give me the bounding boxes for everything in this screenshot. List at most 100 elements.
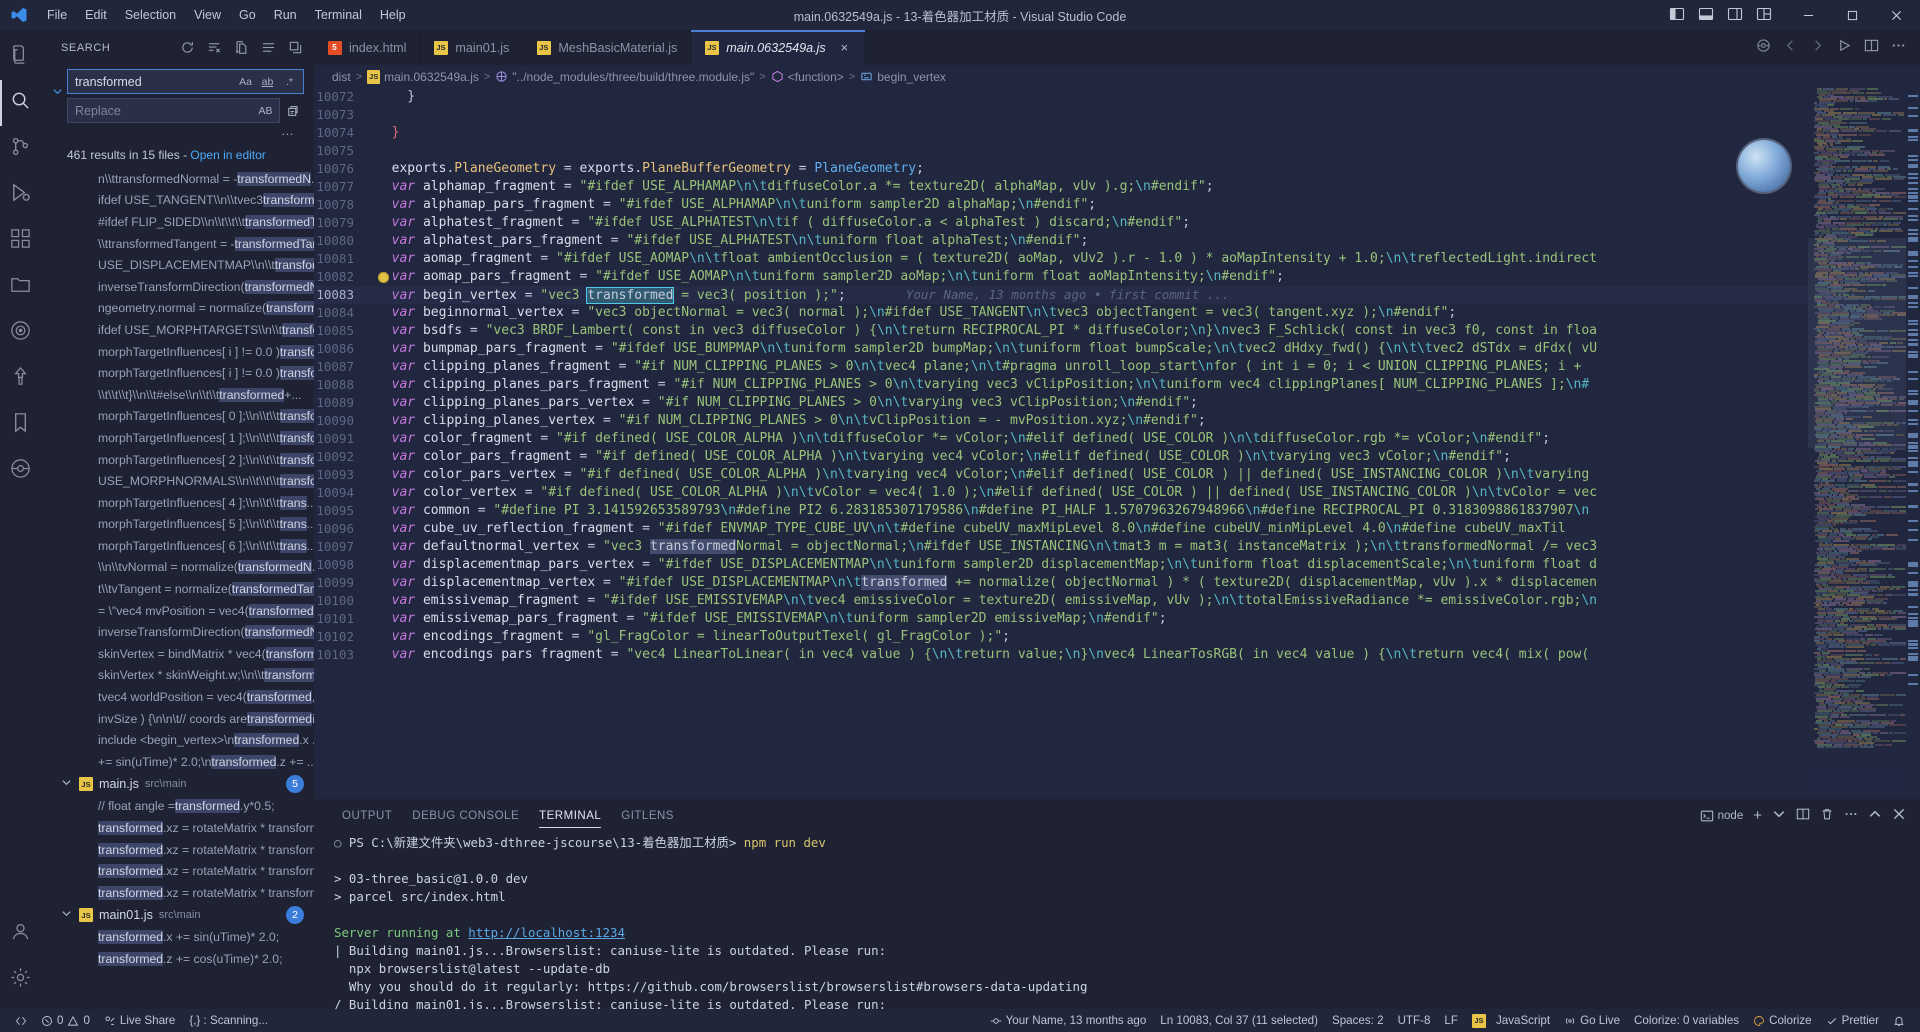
activity-item-settings[interactable] [0,957,41,1003]
breadcrumb-item[interactable]: JS main.0632549a.js [367,69,479,84]
status-prettier[interactable]: Prettier [1819,1009,1886,1032]
search-result-item[interactable]: USE_DISPLACEMENTMAP\\n\\ttransforme... [41,254,314,276]
menu-bar[interactable]: File Edit Selection View Go Run Terminal… [38,5,415,25]
status-colorize-variables[interactable]: Colorize: 0 variables [1627,1009,1746,1032]
run-icon[interactable] [1837,38,1852,58]
activity-item-live-server[interactable] [0,310,41,356]
menu-go[interactable]: Go [230,5,265,25]
terminal-shell-selector[interactable]: node [1700,809,1743,823]
search-result-item[interactable]: transformed .xz = rotateMatrix * transfor… [41,860,314,882]
menu-terminal[interactable]: Terminal [306,5,371,25]
breadcrumb[interactable]: dist > JS main.0632549a.js > "../node_modules… [314,65,1920,88]
status-language-mode[interactable]: JS JavaScript [1465,1009,1557,1032]
search-result-item[interactable]: transformed .x += sin(uTime)* 2.0; [41,927,314,949]
minimap-viewport[interactable] [1808,238,1906,448]
activity-item-search[interactable] [0,80,41,126]
activity-item-gitlens[interactable] [0,448,41,494]
search-result-item[interactable]: #ifdef FLIP_SIDED\\n\\t\\t\\t transformed… [41,211,314,233]
search-result-item[interactable]: morphTargetInfluences[ 1 ];\\n\\t\\t tran… [41,427,314,449]
panel-tab-debug-console[interactable]: DEBUG CONSOLE [402,799,529,832]
search-result-item[interactable]: morphTargetInfluences[ 0 ];\\n\\t\\t tran… [41,406,314,428]
breadcrumb-item[interactable]: dist [332,70,351,84]
search-input[interactable]: transformed Aa ab .* [67,69,304,94]
activity-item-bookmarks[interactable] [0,402,41,448]
status-remote-indicator[interactable] [8,1009,34,1032]
search-result-item[interactable]: morphTargetInfluences[ i ] != 0.0 ) tran… [41,341,314,363]
panel-tab-output[interactable]: OUTPUT [332,799,402,832]
search-result-item[interactable]: inverseTransformDirection( transformedNo… [41,621,314,643]
activity-item-extensions[interactable] [0,218,41,264]
search-file-group[interactable]: JS main.js src\main 5 [41,773,314,796]
code-line[interactable]: 10081 var aomap_fragment = "#ifdef USE_A… [314,250,1920,268]
status-eol[interactable]: LF [1437,1009,1465,1032]
search-result-item[interactable]: morphTargetInfluences[ 5 ];\\n\\t\\t tran… [41,514,314,536]
code-line-current[interactable]: 10083 var begin_vertex = "vec3 transform… [314,286,1920,304]
gitlens-toggle-icon[interactable] [1756,38,1771,58]
breadcrumb-item[interactable]: "../node_modules/three/build/three.modul… [495,70,754,84]
code-line[interactable]: 10072 } [314,88,1920,106]
terminal-output[interactable]: ○ PS C:\新建文件夹\web3-dthree-jscourse\13-着色… [314,832,1920,1009]
code-line[interactable]: 10084 var beginnormal_vertex = "vec3 obj… [314,304,1920,322]
menu-run[interactable]: Run [265,5,306,25]
code-line[interactable]: 10097 var defaultnormal_vertex = "vec3 t… [314,538,1920,556]
replace-input[interactable]: Replace AB [67,98,280,123]
search-result-item[interactable]: tvec4 worldPosition = vec4( transformed,… [41,686,314,708]
code-editor[interactable]: 10072 } 10073 10074 } 10075 10076 exports.Pl… [314,88,1920,799]
editor-more-actions-icon[interactable] [1891,38,1906,58]
code-line[interactable]: 10101 var emissivemap_pars_fragment = "#… [314,610,1920,628]
code-line[interactable]: 10093 var color_pars_vertex = "#if defin… [314,466,1920,484]
code-line[interactable]: 10080 var alphatest_pars_fragment = "#if… [314,232,1920,250]
breadcrumb-item[interactable]: begin_vertex [860,70,946,84]
search-result-item[interactable]: USE_MORPHNORMALS\\n\\t\\t\\ttransfor... [41,470,314,492]
code-line[interactable]: 10089 var clipping_planes_pars_vertex = … [314,394,1920,412]
status-colorize-toggle[interactable]: Colorize [1746,1009,1819,1032]
collapse-all-icon[interactable] [284,37,306,59]
activity-item-remote-explorer[interactable] [0,264,41,310]
sidebar-left-icon[interactable] [1669,6,1685,25]
code-line[interactable]: 10073 [314,106,1920,124]
status-indentation[interactable]: Spaces: 2 [1325,1009,1391,1032]
code-line[interactable]: 10095 var common = "#define PI 3.1415926… [314,502,1920,520]
search-result-item[interactable]: \\t\\t\\t}\\n\\t#else\\n\\t\\t transforme… [41,384,314,406]
panel-tab-bar[interactable]: OUTPUT DEBUG CONSOLE TERMINAL GITLENS no… [314,799,1920,832]
status-encoding[interactable]: UTF-8 [1391,1009,1438,1032]
search-result-item[interactable]: morphTargetInfluences[ 6 ];\\n\\t\\t tran… [41,535,314,557]
code-line[interactable]: 10077 var alphamap_fragment = "#ifdef US… [314,178,1920,196]
activity-item-source-control[interactable] [0,126,41,172]
search-result-item[interactable]: transformed .xz = rotateMatrix * transfor… [41,882,314,904]
back-icon[interactable] [1783,38,1798,58]
editor-tab-main01-js[interactable]: JS main01.js [420,30,524,65]
editor-tab-bar[interactable]: 5 index.html JS main01.js JS MeshBasicMateria… [314,30,1920,65]
code-line[interactable]: 10103 var encodings pars fragment = "vec… [314,646,1920,664]
menu-view[interactable]: View [185,5,230,25]
code-line[interactable]: 10078 var alphamap_pars_fragment = "#ifd… [314,196,1920,214]
kill-terminal-trash-icon[interactable] [1820,807,1834,824]
refresh-icon[interactable] [176,37,198,59]
close-tab-icon[interactable]: × [837,40,852,55]
search-result-item[interactable]: transformed .z += cos(uTime)* 2.0; [41,948,314,970]
maximize-panel-chevron-up-icon[interactable] [1868,807,1882,824]
search-result-item[interactable]: \\ttransformedTangent = - transformedTan… [41,233,314,255]
search-result-item[interactable]: skinVertex = bindMatrix * vec4( transfor… [41,643,314,665]
code-line[interactable]: 10092 var color_pars_fragment = "#if def… [314,448,1920,466]
match-case-icon[interactable]: Aa [236,72,255,91]
status-go-live[interactable]: Go Live [1557,1009,1627,1032]
split-terminal-icon[interactable] [1796,807,1810,824]
status-live-share[interactable]: Live Share [97,1009,182,1032]
code-line[interactable]: 10086 var bumpmap_pars_fragment = "#ifde… [314,340,1920,358]
close-panel-icon[interactable] [1892,807,1906,824]
search-result-item[interactable]: morphTargetInfluences[ 2 ];\\n\\t\\t tran… [41,449,314,471]
code-line[interactable]: 10096 var cube_uv_reflection_fragment = … [314,520,1920,538]
menu-edit[interactable]: Edit [76,5,116,25]
code-line[interactable]: 10075 [314,142,1920,160]
editor-tab-main-0632549a-js[interactable]: JS main.0632549a.js × [691,30,866,65]
search-file-group[interactable]: JS main01.js src\main 2 [41,904,314,927]
activity-item-run-debug[interactable] [0,172,41,218]
code-line[interactable]: 10098 var displacementmap_pars_vertex = … [314,556,1920,574]
code-line[interactable]: 10102 var encodings_fragment = "gl_FragC… [314,628,1920,646]
activity-item-todo-tree[interactable] [0,356,41,402]
search-result-item[interactable]: ifdef USE_MORPHTARGETS\\n\\ttransform... [41,319,314,341]
code-line[interactable]: 10087 var clipping_planes_fragment = "#i… [314,358,1920,376]
panel-bottom-icon[interactable] [1698,6,1714,25]
search-result-item[interactable]: transformed .xz = rotateMatrix * transfor… [41,817,314,839]
